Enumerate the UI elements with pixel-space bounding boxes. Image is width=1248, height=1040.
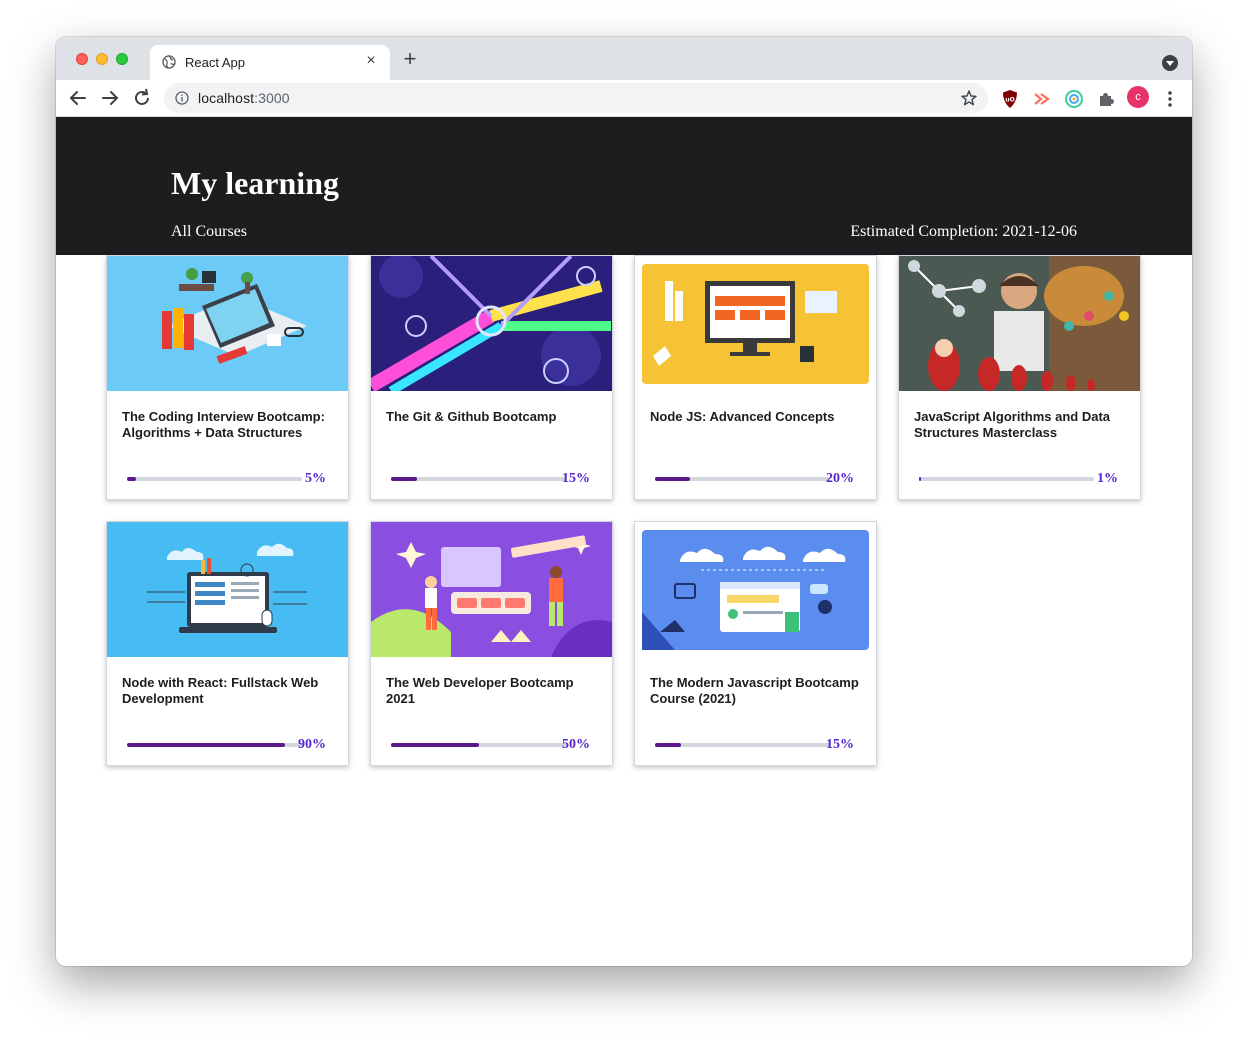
cloud-browser-illustration	[635, 522, 876, 657]
nesting-dolls-photo	[899, 256, 1140, 391]
address-bar[interactable]: localhost:3000	[164, 83, 988, 113]
course-title[interactable]: JavaScript Algorithms and Data Structure…	[914, 409, 1129, 441]
back-arrow-icon[interactable]	[67, 87, 89, 109]
more-menu-icon[interactable]	[1164, 89, 1176, 109]
progress-label: 20%	[826, 471, 854, 486]
course-card[interactable]: Node with React: Fullstack Web Developme…	[106, 521, 349, 766]
course-card[interactable]: The Coding Interview Bootcamp: Algorithm…	[106, 255, 349, 500]
ublock-origin-icon[interactable]: uO	[1000, 89, 1020, 109]
extensions-puzzle-icon[interactable]	[1096, 89, 1116, 109]
progress-fill	[655, 477, 690, 481]
progress-fill	[919, 477, 921, 481]
tab-title: React App	[185, 55, 245, 70]
progress-label: 1%	[1097, 471, 1118, 486]
course-title[interactable]: The Git & Github Bootcamp	[386, 409, 601, 425]
course-card[interactable]: The Modern Javascript Bootcamp Course (2…	[634, 521, 877, 766]
redirect-extension-icon[interactable]	[1032, 89, 1052, 109]
progress-fill	[391, 743, 479, 747]
close-window-button[interactable]	[76, 53, 88, 65]
progress-bar	[127, 743, 302, 747]
progress-bar	[655, 477, 830, 481]
course-card[interactable]: Node JS: Advanced Concepts 20%	[634, 255, 877, 500]
progress-bar	[655, 743, 830, 747]
page-content: My learning All Courses Estimated Comple…	[56, 117, 1192, 966]
progress-label: 15%	[562, 471, 590, 486]
progress-label: 90%	[298, 737, 326, 752]
progress-fill	[391, 477, 418, 481]
web-builders-illustration	[371, 522, 612, 657]
course-title[interactable]: The Coding Interview Bootcamp: Algorithm…	[122, 409, 337, 441]
progress-fill	[655, 743, 682, 747]
forward-arrow-icon[interactable]	[99, 87, 121, 109]
close-tab-icon[interactable]: ×	[362, 52, 380, 70]
course-title[interactable]: The Web Developer Bootcamp 2021	[386, 675, 601, 707]
target-extension-icon[interactable]	[1064, 89, 1084, 109]
svg-text:uO: uO	[1005, 97, 1014, 104]
site-info-icon[interactable]	[175, 91, 189, 105]
estimated-completion: Estimated Completion: 2021-12-06	[850, 223, 1077, 240]
new-tab-button[interactable]: +	[400, 48, 420, 70]
profile-avatar[interactable]: c	[1127, 86, 1149, 108]
progress-label: 50%	[562, 737, 590, 752]
browser-toolbar: localhost:3000 uO c	[56, 80, 1192, 117]
progress-label: 15%	[826, 737, 854, 752]
progress-bar	[127, 477, 302, 481]
all-courses-link[interactable]: All Courses	[171, 223, 247, 241]
progress-label: 5%	[305, 471, 326, 486]
course-card[interactable]: The Web Developer Bootcamp 2021 50%	[370, 521, 613, 766]
tab-strip: React App × +	[56, 37, 1192, 80]
desk-laptop-illustration	[107, 256, 348, 391]
course-title[interactable]: Node with React: Fullstack Web Developme…	[122, 675, 337, 707]
hero-banner: My learning All Courses Estimated Comple…	[56, 117, 1192, 255]
progress-bar	[919, 477, 1094, 481]
reload-icon[interactable]	[131, 87, 153, 109]
progress-fill	[127, 743, 285, 747]
browser-tab[interactable]: React App ×	[150, 45, 390, 80]
course-title[interactable]: The Modern Javascript Bootcamp Course (2…	[650, 675, 865, 707]
tab-search-icon[interactable]	[1162, 55, 1178, 71]
progress-bar	[391, 743, 566, 747]
browser-window: React App × + localhost:3000 uO c My lea…	[56, 37, 1192, 966]
course-title[interactable]: Node JS: Advanced Concepts	[650, 409, 865, 425]
laptop-circuit-illustration	[107, 522, 348, 657]
globe-icon	[162, 55, 176, 69]
course-card[interactable]: The Git & Github Bootcamp 15%	[370, 255, 613, 500]
git-branches-illustration	[371, 256, 612, 391]
minimize-window-button[interactable]	[96, 53, 108, 65]
monitor-illustration	[635, 256, 876, 391]
page-title: My learning	[171, 165, 339, 201]
bookmark-star-icon[interactable]	[960, 89, 978, 107]
progress-bar	[391, 477, 566, 481]
maximize-window-button[interactable]	[116, 53, 128, 65]
progress-fill	[127, 477, 136, 481]
url-text: localhost:3000	[198, 90, 290, 106]
course-card[interactable]: JavaScript Algorithms and Data Structure…	[898, 255, 1141, 500]
